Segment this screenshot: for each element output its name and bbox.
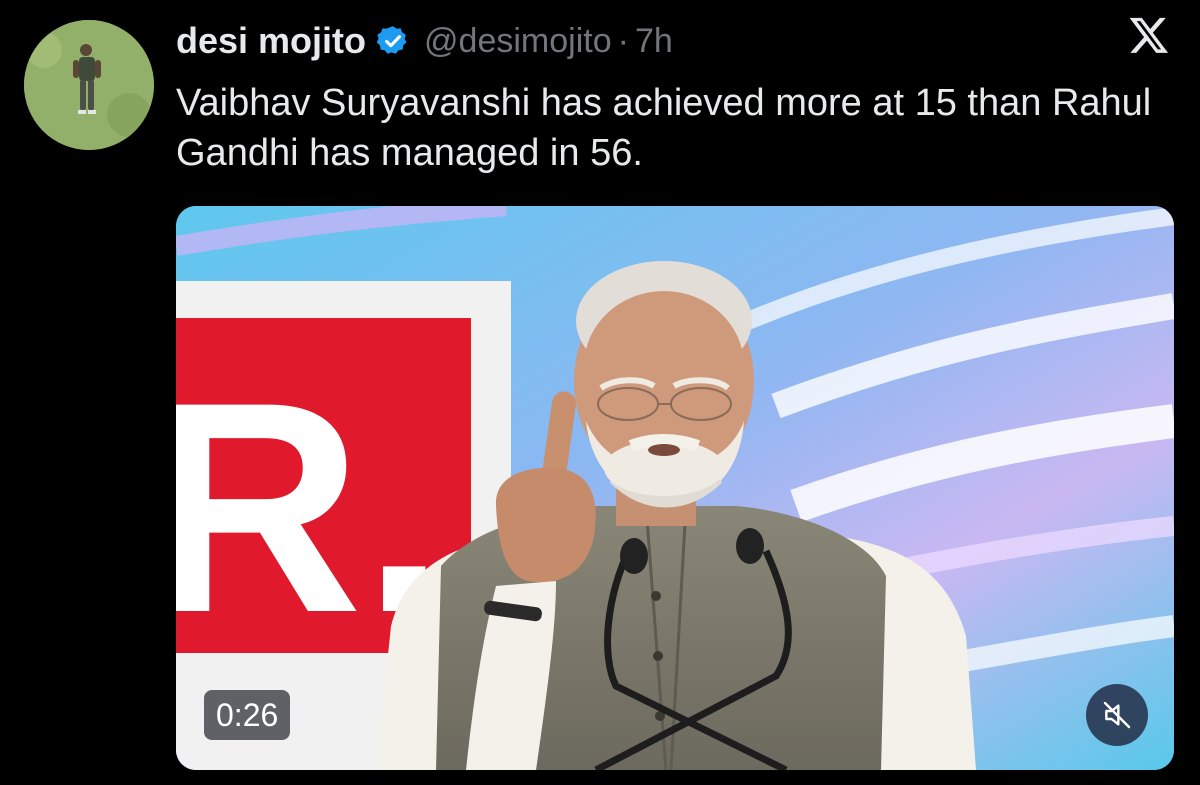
author-name[interactable]: desi mojito [176, 20, 366, 62]
mute-icon [1103, 701, 1131, 729]
video-duration: 0:26 [204, 690, 291, 740]
tweet-header: desi mojito @desimojito · 7h [176, 14, 673, 68]
verified-badge-icon [376, 26, 407, 54]
video-player[interactable]: R. 0:26 [176, 206, 1174, 770]
mute-button[interactable] [1086, 684, 1148, 746]
video-frame: R. [176, 206, 1174, 770]
tweet-text: Vaibhav Suryavanshi has achieved more at… [176, 82, 1152, 174]
author-handle[interactable]: @desimojito [424, 22, 612, 61]
x-logo-icon[interactable] [1128, 14, 1170, 56]
avatar[interactable] [24, 20, 154, 150]
tweet-time[interactable]: 7h [635, 22, 673, 61]
avatar-photo [24, 20, 154, 150]
separator-dot: · [617, 21, 629, 60]
